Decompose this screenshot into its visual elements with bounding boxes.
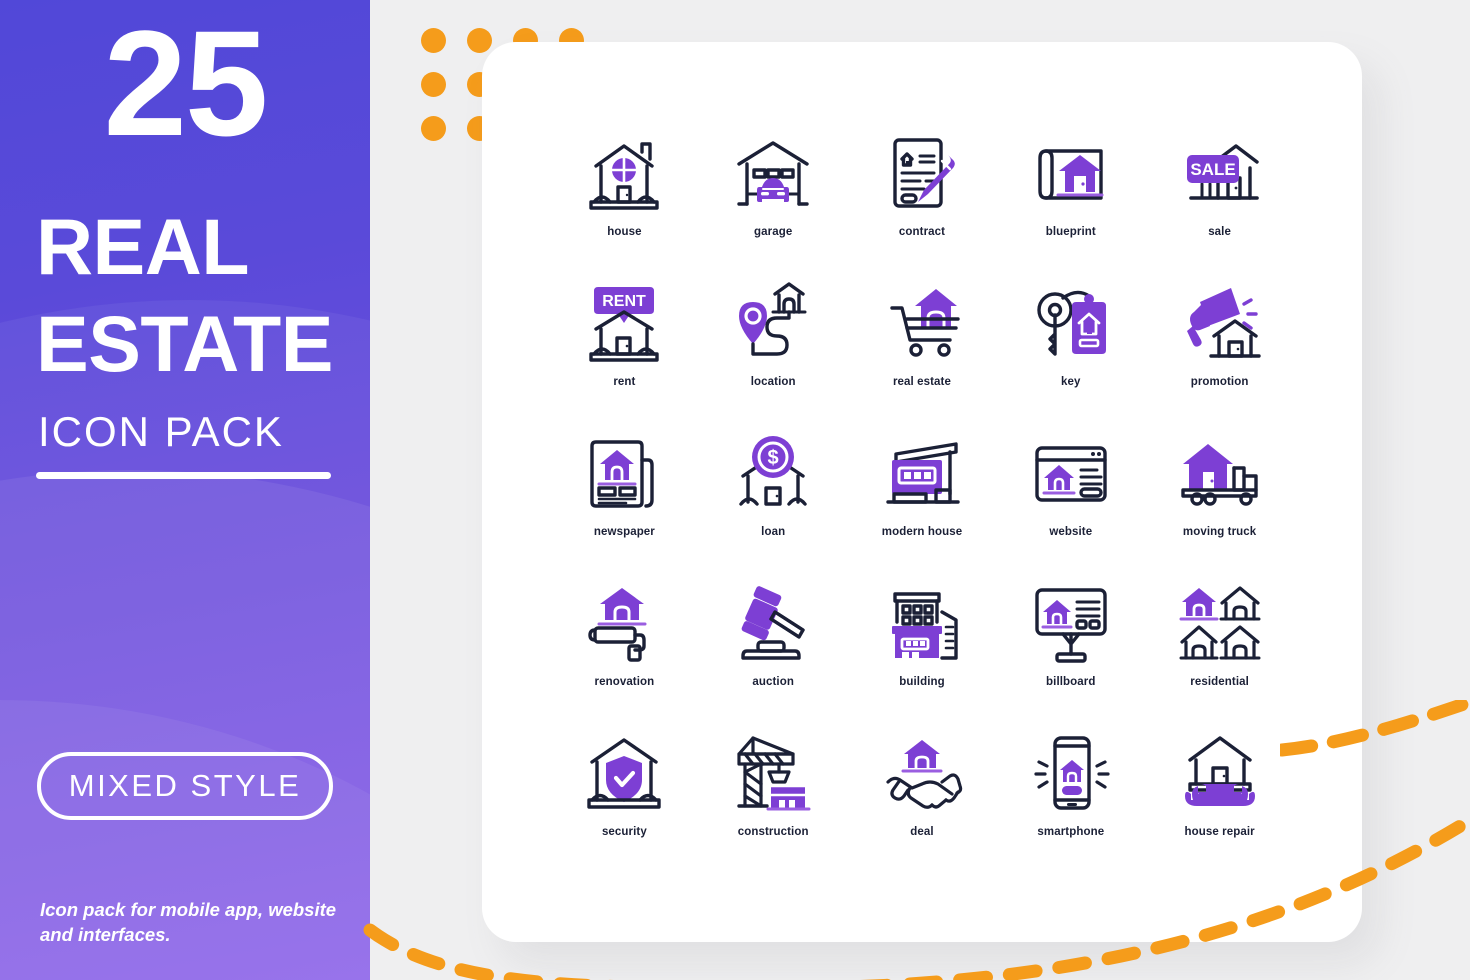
pack-subtitle: ICON PACK bbox=[38, 408, 284, 455]
blueprint-icon bbox=[1023, 126, 1119, 222]
icon-label: auction bbox=[752, 676, 794, 688]
billboard-icon bbox=[1023, 576, 1119, 672]
icon-label: blueprint bbox=[1045, 226, 1096, 238]
icon-cell-website[interactable]: website bbox=[996, 426, 1145, 576]
dollar-sign: $ bbox=[768, 447, 779, 469]
website-icon bbox=[1023, 426, 1119, 522]
icon-label: rent bbox=[613, 376, 636, 388]
renovation-icon bbox=[576, 576, 672, 672]
icon-label: garage bbox=[754, 226, 793, 238]
icon-cell-security[interactable]: security bbox=[550, 726, 699, 876]
icon-cell-real-estate[interactable]: real estate bbox=[848, 276, 997, 426]
brand-panel: 25 REAL ESTATE ICON PACK MIXED STYLE Ico… bbox=[0, 0, 370, 980]
contract-icon bbox=[874, 126, 970, 222]
icon-cell-construction[interactable]: construction bbox=[699, 726, 848, 876]
icon-label: building bbox=[899, 676, 945, 688]
icon-label: location bbox=[750, 376, 796, 388]
smartphone-icon bbox=[1023, 726, 1119, 822]
icon-label: sale bbox=[1208, 226, 1231, 238]
icon-cell-building[interactable]: building bbox=[848, 576, 997, 726]
pack-description: Icon pack for mobile app, website and in… bbox=[40, 899, 337, 945]
icon-cell-moving-truck[interactable]: moving truck bbox=[1145, 426, 1294, 576]
icon-cell-residential[interactable]: residential bbox=[1145, 576, 1294, 726]
dot bbox=[467, 28, 492, 53]
icon-cell-newspaper[interactable]: newspaper bbox=[550, 426, 699, 576]
garage-icon bbox=[725, 126, 821, 222]
icon-cell-blueprint[interactable]: blueprint bbox=[996, 126, 1145, 276]
dot bbox=[421, 72, 446, 97]
icon-label: modern house bbox=[881, 526, 963, 538]
icon-cell-renovation[interactable]: renovation bbox=[550, 576, 699, 726]
real-estate-icon bbox=[874, 276, 970, 372]
icon-label: renovation bbox=[594, 676, 655, 688]
icon-label: contract bbox=[898, 226, 946, 238]
icon-cell-billboard[interactable]: billboard bbox=[996, 576, 1145, 726]
icon-label: residential bbox=[1190, 676, 1249, 688]
house-repair-icon bbox=[1172, 726, 1268, 822]
sale-badge-text: SALE bbox=[1190, 160, 1235, 179]
building-icon bbox=[874, 576, 970, 672]
construction-icon bbox=[725, 726, 821, 822]
icon-cell-contract[interactable]: contract bbox=[848, 126, 997, 276]
icon-cell-deal[interactable]: deal bbox=[848, 726, 997, 876]
icon-label: security bbox=[601, 826, 647, 838]
newspaper-icon bbox=[576, 426, 672, 522]
icon-label: key bbox=[1061, 376, 1081, 388]
icon-label: deal bbox=[910, 826, 934, 838]
icon-cell-garage[interactable]: garage bbox=[699, 126, 848, 276]
pack-title-line-1: REAL bbox=[36, 202, 250, 291]
auction-icon bbox=[725, 576, 821, 672]
rent-icon: RENT bbox=[576, 276, 672, 372]
sale-icon: SALE bbox=[1172, 126, 1268, 222]
icon-label: loan bbox=[761, 526, 786, 538]
icon-cell-auction[interactable]: auction bbox=[699, 576, 848, 726]
icon-count: 25 bbox=[103, 0, 269, 167]
rent-badge-text: RENT bbox=[603, 293, 647, 310]
icon-grid: house garage contract blueprint SALE sal… bbox=[550, 126, 1294, 876]
poster-canvas: 25 REAL ESTATE ICON PACK MIXED STYLE Ico… bbox=[0, 0, 1470, 980]
location-icon bbox=[725, 276, 821, 372]
icon-cell-smartphone[interactable]: smartphone bbox=[996, 726, 1145, 876]
dot bbox=[421, 28, 446, 53]
icon-cell-sale[interactable]: SALE sale bbox=[1145, 126, 1294, 276]
icon-label: house repair bbox=[1184, 826, 1255, 838]
security-icon bbox=[576, 726, 672, 822]
icon-label: real estate bbox=[892, 376, 951, 388]
icon-card: house garage contract blueprint SALE sal… bbox=[482, 42, 1362, 942]
icon-cell-house[interactable]: house bbox=[550, 126, 699, 276]
icon-label: newspaper bbox=[593, 526, 655, 538]
deal-icon bbox=[874, 726, 970, 822]
title-divider bbox=[36, 472, 331, 479]
pack-title-line-2: ESTATE bbox=[36, 299, 333, 388]
loan-icon: $ bbox=[725, 426, 821, 522]
icon-cell-location[interactable]: location bbox=[699, 276, 848, 426]
house-icon bbox=[576, 126, 672, 222]
key-icon bbox=[1023, 276, 1119, 372]
moving-truck-icon bbox=[1172, 426, 1268, 522]
dot bbox=[421, 116, 446, 141]
icon-label: promotion bbox=[1190, 376, 1249, 388]
icon-label: smartphone bbox=[1037, 826, 1105, 838]
icon-label: house bbox=[607, 226, 642, 238]
icon-label: website bbox=[1049, 526, 1093, 538]
style-badge: MIXED STYLE bbox=[37, 752, 333, 820]
icon-cell-house-repair[interactable]: house repair bbox=[1145, 726, 1294, 876]
residential-icon bbox=[1172, 576, 1268, 672]
modern-house-icon bbox=[874, 426, 970, 522]
icon-label: moving truck bbox=[1182, 526, 1257, 538]
icon-cell-modern-house[interactable]: modern house bbox=[848, 426, 997, 576]
icon-cell-rent[interactable]: RENT rent bbox=[550, 276, 699, 426]
icon-cell-key[interactable]: key bbox=[996, 276, 1145, 426]
icon-label: construction bbox=[737, 826, 809, 838]
icon-cell-promotion[interactable]: promotion bbox=[1145, 276, 1294, 426]
icon-label: billboard bbox=[1046, 676, 1096, 688]
icon-cell-loan[interactable]: $ loan bbox=[699, 426, 848, 576]
promotion-icon bbox=[1172, 276, 1268, 372]
